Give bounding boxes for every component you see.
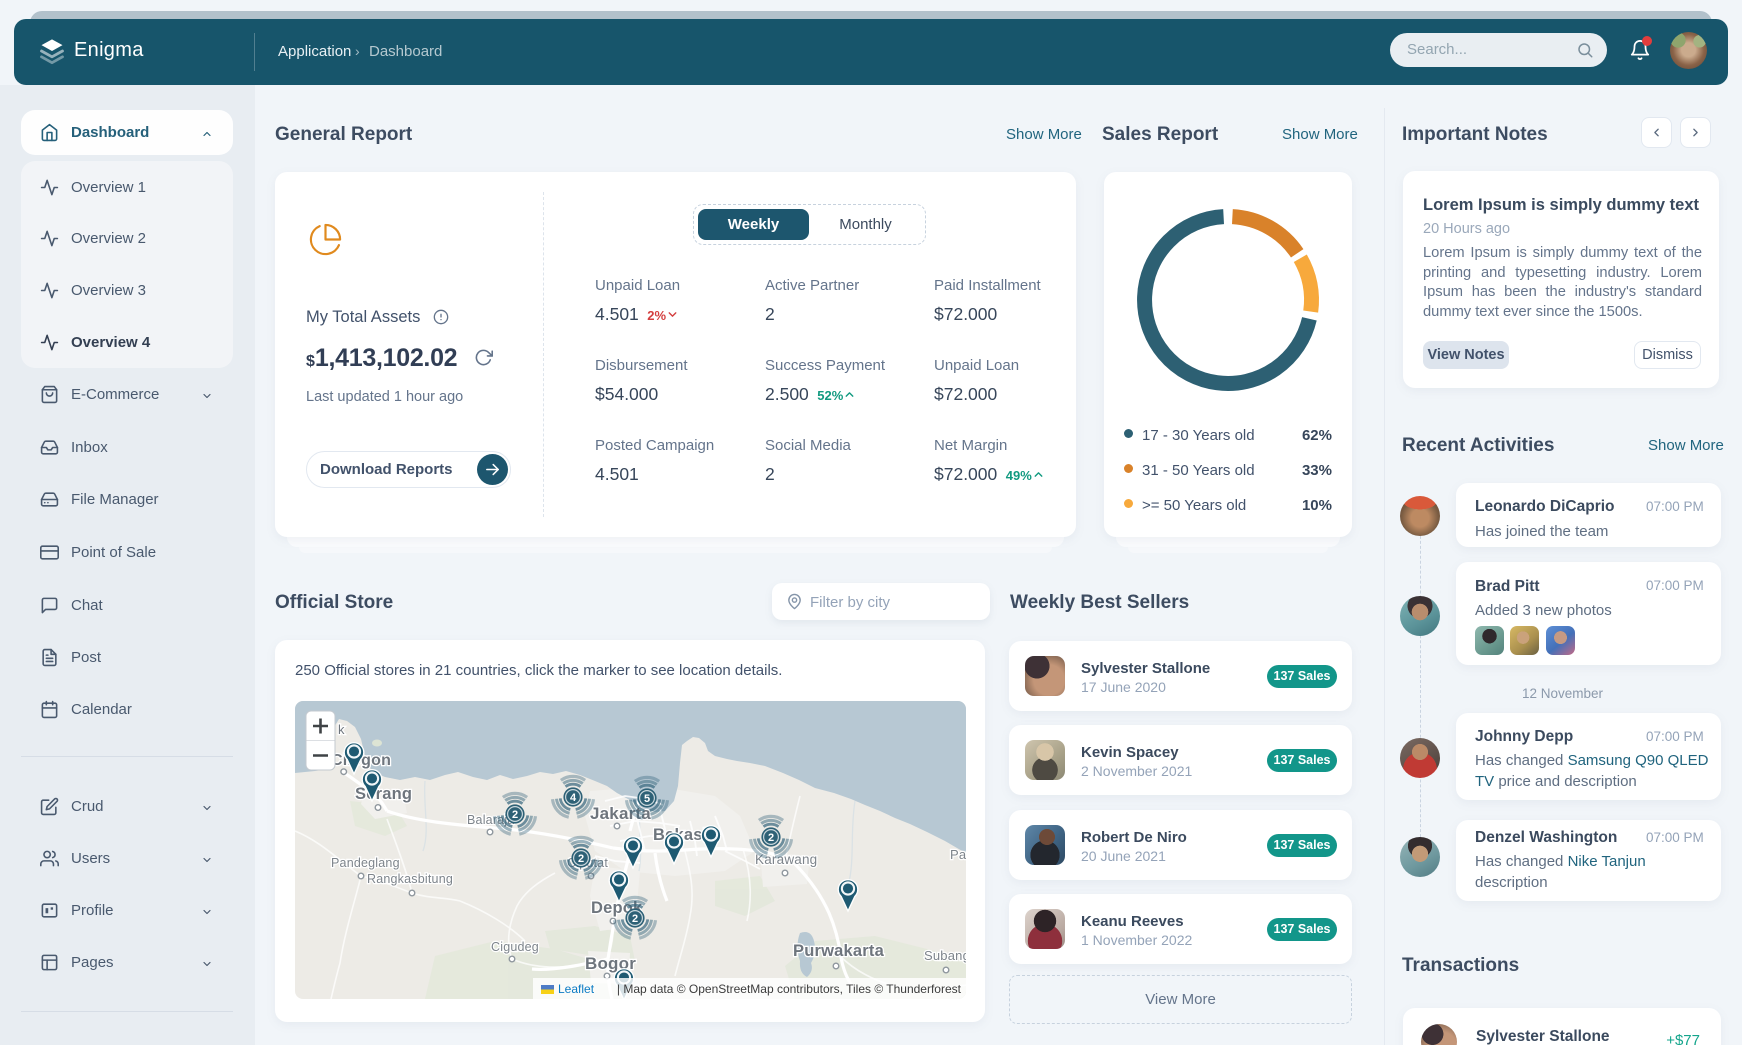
svg-text:2: 2 xyxy=(632,913,638,925)
svg-text:Cigudeg: Cigudeg xyxy=(491,940,539,954)
svg-text:2: 2 xyxy=(512,809,518,821)
svg-text:Rangkasbitung: Rangkasbitung xyxy=(367,872,453,886)
svg-text:Purwakarta: Purwakarta xyxy=(793,942,885,960)
svg-text:Pama: Pama xyxy=(950,847,966,862)
svg-text:5: 5 xyxy=(644,793,650,805)
svg-text:Subang: Subang xyxy=(924,948,966,963)
svg-text:Karawang: Karawang xyxy=(755,852,817,867)
svg-text:2: 2 xyxy=(768,832,774,844)
svg-text:Leaflet: Leaflet xyxy=(558,982,595,996)
svg-text:| Map data © OpenStreetMap con: | Map data © OpenStreetMap contributors,… xyxy=(617,982,962,996)
svg-text:2: 2 xyxy=(578,853,584,865)
svg-text:Serang: Serang xyxy=(355,785,412,803)
svg-text:k: k xyxy=(338,722,345,737)
svg-text:4: 4 xyxy=(570,792,577,804)
svg-text:Pandeglang: Pandeglang xyxy=(331,856,400,870)
